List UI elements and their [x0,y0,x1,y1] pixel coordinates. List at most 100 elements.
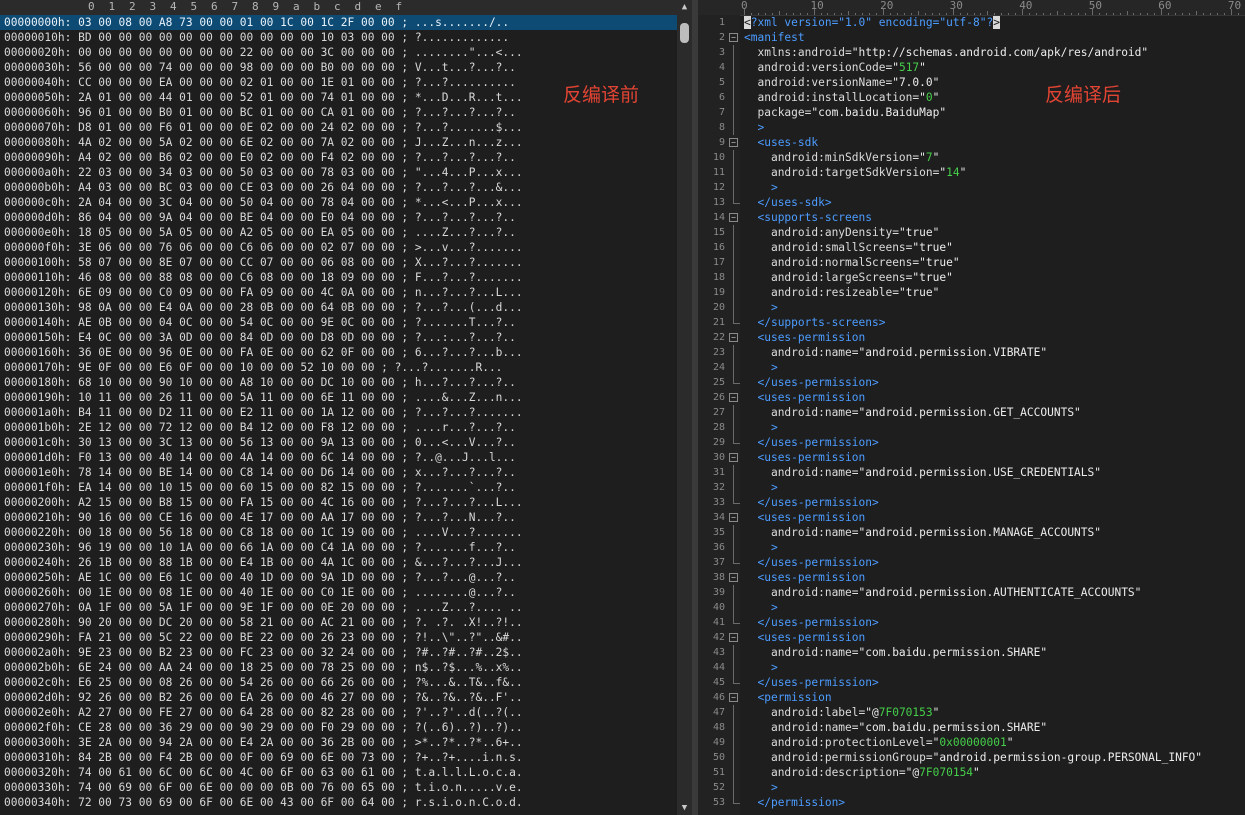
hex-row[interactable]: 00000150h: E4 0C 00 00 3A 0D 00 00 84 0D… [0,330,677,345]
hex-row[interactable]: 000001c0h: 30 13 00 00 3C 13 00 00 56 13… [0,435,677,450]
fold-toggle-icon[interactable]: − [729,393,738,402]
code-text[interactable]: package="com.baidu.BaiduMap" [744,105,946,120]
hex-row[interactable]: 000001a0h: B4 11 00 00 D2 11 00 00 E2 11… [0,405,677,420]
xml-line[interactable]: 12 > [698,180,1245,195]
xml-line[interactable]: 5 android:versionName="7.0.0" [698,75,1245,90]
hex-row[interactable]: 00000190h: 10 11 00 00 26 11 00 00 5A 11… [0,390,677,405]
xml-line[interactable]: 42− <uses-permission [698,630,1245,645]
xml-line[interactable]: 32 > [698,480,1245,495]
hex-row[interactable]: 00000080h: 4A 02 00 00 5A 02 00 00 6E 02… [0,135,677,150]
xml-line[interactable]: 14− <supports-screens [698,210,1245,225]
fold-toggle-icon[interactable]: − [729,333,738,342]
xml-line[interactable]: 46− <permission [698,690,1245,705]
fold-toggle-icon[interactable]: − [729,33,738,42]
xml-line[interactable]: 35 android:name="android.permission.MANA… [698,525,1245,540]
xml-line[interactable]: 22− <uses-permission [698,330,1245,345]
xml-line[interactable]: 33 </uses-permission> [698,495,1245,510]
hex-row[interactable]: 00000220h: 00 18 00 00 56 18 00 00 C8 18… [0,525,677,540]
xml-line[interactable]: 25 </uses-permission> [698,375,1245,390]
fold-toggle-icon[interactable]: − [729,633,738,642]
hex-row[interactable]: 000001d0h: F0 13 00 00 40 14 00 00 4A 14… [0,450,677,465]
hex-row[interactable]: 000002d0h: 92 26 00 00 B2 26 00 00 EA 26… [0,690,677,705]
xml-line[interactable]: 18 android:largeScreens="true" [698,270,1245,285]
xml-line[interactable]: 39 android:name="android.permission.AUTH… [698,585,1245,600]
code-text[interactable]: > [744,540,778,555]
xml-line[interactable]: 1 <?xml version="1.0" encoding="utf-8"?> [698,15,1245,30]
fold-toggle-icon[interactable]: − [729,513,738,522]
hex-row[interactable]: 000001e0h: 78 14 00 00 BE 14 00 00 C8 14… [0,465,677,480]
hex-row[interactable]: 00000320h: 74 00 61 00 6C 00 6C 00 4C 00… [0,765,677,780]
fold-toggle-icon[interactable]: − [729,573,738,582]
xml-line[interactable]: 48 android:name="com.baidu.permission.SH… [698,720,1245,735]
xml-line[interactable]: 30− <uses-permission [698,450,1245,465]
hex-row[interactable]: 00000100h: 58 07 00 00 8E 07 00 00 CC 07… [0,255,677,270]
code-text[interactable]: <supports-screens [744,210,872,225]
hex-row[interactable]: 00000180h: 68 10 00 00 90 10 00 00 A8 10… [0,375,677,390]
code-text[interactable]: > [744,120,764,135]
scroll-down-arrow-icon[interactable]: ▼ [677,801,692,815]
hex-row[interactable]: 000002a0h: 9E 23 00 00 B2 23 00 00 FC 23… [0,645,677,660]
hex-row[interactable]: 000000c0h: 2A 04 00 00 3C 04 00 00 50 04… [0,195,677,210]
hex-row[interactable]: 00000060h: 96 01 00 00 B0 01 00 00 BC 01… [0,105,677,120]
code-text[interactable]: android:name="android.permission.AUTHENT… [744,585,1141,600]
xml-line[interactable]: 16 android:smallScreens="true" [698,240,1245,255]
xml-line[interactable]: 38− <uses-permission [698,570,1245,585]
xml-line[interactable]: 13 </uses-sdk> [698,195,1245,210]
xml-line[interactable]: 36 > [698,540,1245,555]
code-text[interactable]: android:minSdkVersion="7" [744,150,939,165]
hex-row[interactable]: 00000260h: 00 1E 00 00 08 1E 00 00 40 1E… [0,585,677,600]
xml-line[interactable]: 17 android:normalScreens="true" [698,255,1245,270]
hex-row[interactable]: 00000110h: 46 08 00 00 88 08 00 00 C6 08… [0,270,677,285]
code-text[interactable]: android:name="android.permission.GET_ACC… [744,405,1081,420]
code-text[interactable]: android:resizeable="true" [744,285,939,300]
hex-row[interactable]: 00000170h: 9E 0F 00 00 E6 0F 00 00 10 00… [0,360,677,375]
xml-line[interactable]: 43 android:name="com.baidu.permission.SH… [698,645,1245,660]
hex-row[interactable]: 000001b0h: 2E 12 00 00 72 12 00 00 B4 12… [0,420,677,435]
xml-line[interactable]: 8 > [698,120,1245,135]
xml-line[interactable]: 47 android:label="@7F070153" [698,705,1245,720]
xml-line[interactable]: 3 xmlns:android="http://schemas.android.… [698,45,1245,60]
hex-row[interactable]: 00000310h: 84 2B 00 00 F4 2B 00 00 0F 00… [0,750,677,765]
fold-toggle-icon[interactable]: − [729,693,738,702]
xml-line[interactable]: 2− <manifest [698,30,1245,45]
xml-line[interactable]: 23 android:name="android.permission.VIBR… [698,345,1245,360]
code-text[interactable]: </uses-permission> [744,435,878,450]
hex-row[interactable]: 00000250h: AE 1C 00 00 E6 1C 00 00 40 1D… [0,570,677,585]
xml-lines[interactable]: 1 <?xml version="1.0" encoding="utf-8"?> 2… [698,15,1245,810]
code-text[interactable]: <uses-sdk [744,135,818,150]
hex-row[interactable]: 00000270h: 0A 1F 00 00 5A 1F 00 00 9E 1F… [0,600,677,615]
hex-row[interactable]: 000000e0h: 18 05 00 00 5A 05 00 00 A2 05… [0,225,677,240]
hex-row[interactable]: 00000000h: 03 00 08 00 A8 73 00 00 01 00… [0,15,677,30]
xml-line[interactable]: 53 </permission> [698,795,1245,810]
xml-line[interactable]: 44 > [698,660,1245,675]
xml-line[interactable]: 27 android:name="android.permission.GET_… [698,405,1245,420]
code-text[interactable]: > [744,600,778,615]
xml-line[interactable]: 31 android:name="android.permission.USE_… [698,465,1245,480]
code-text[interactable]: android:permissionGroup="android.permiss… [744,750,1202,765]
code-text[interactable]: <manifest [744,30,805,45]
code-text[interactable]: <uses-permission [744,570,865,585]
hex-row[interactable]: 00000030h: 56 00 00 00 74 00 00 00 98 00… [0,60,677,75]
code-text[interactable]: android:normalScreens="true" [744,255,960,270]
code-text[interactable]: android:largeScreens="true" [744,270,953,285]
xml-line[interactable]: 9− <uses-sdk [698,135,1245,150]
xml-line[interactable]: 40 > [698,600,1245,615]
hex-rows[interactable]: 00000000h: 03 00 08 00 A8 73 00 00 01 00… [0,15,677,810]
hex-vertical-scrollbar[interactable]: ▲ ▼ [677,0,692,815]
hex-row[interactable]: 00000230h: 96 19 00 00 10 1A 00 00 66 1A… [0,540,677,555]
hex-row[interactable]: 00000240h: 26 1B 00 00 88 1B 00 00 E4 1B… [0,555,677,570]
xml-line[interactable]: 37 </uses-permission> [698,555,1245,570]
code-text[interactable]: android:label="@7F070153" [744,705,939,720]
code-text[interactable]: > [744,480,778,495]
xml-line[interactable]: 45 </uses-permission> [698,675,1245,690]
xml-line[interactable]: 7 package="com.baidu.BaiduMap" [698,105,1245,120]
code-text[interactable]: android:name="android.permission.MANAGE_… [744,525,1101,540]
fold-toggle-icon[interactable]: − [729,138,738,147]
xml-line[interactable]: 51 android:description="@7F070154" [698,765,1245,780]
xml-line[interactable]: 6 android:installLocation="0" [698,90,1245,105]
code-text[interactable]: android:name="android.permission.USE_CRE… [744,465,1101,480]
code-text[interactable]: > [744,660,778,675]
hex-row[interactable]: 00000290h: FA 21 00 00 5C 22 00 00 BE 22… [0,630,677,645]
code-text[interactable]: </uses-permission> [744,615,878,630]
code-text[interactable]: android:name="com.baidu.permission.SHARE… [744,645,1047,660]
